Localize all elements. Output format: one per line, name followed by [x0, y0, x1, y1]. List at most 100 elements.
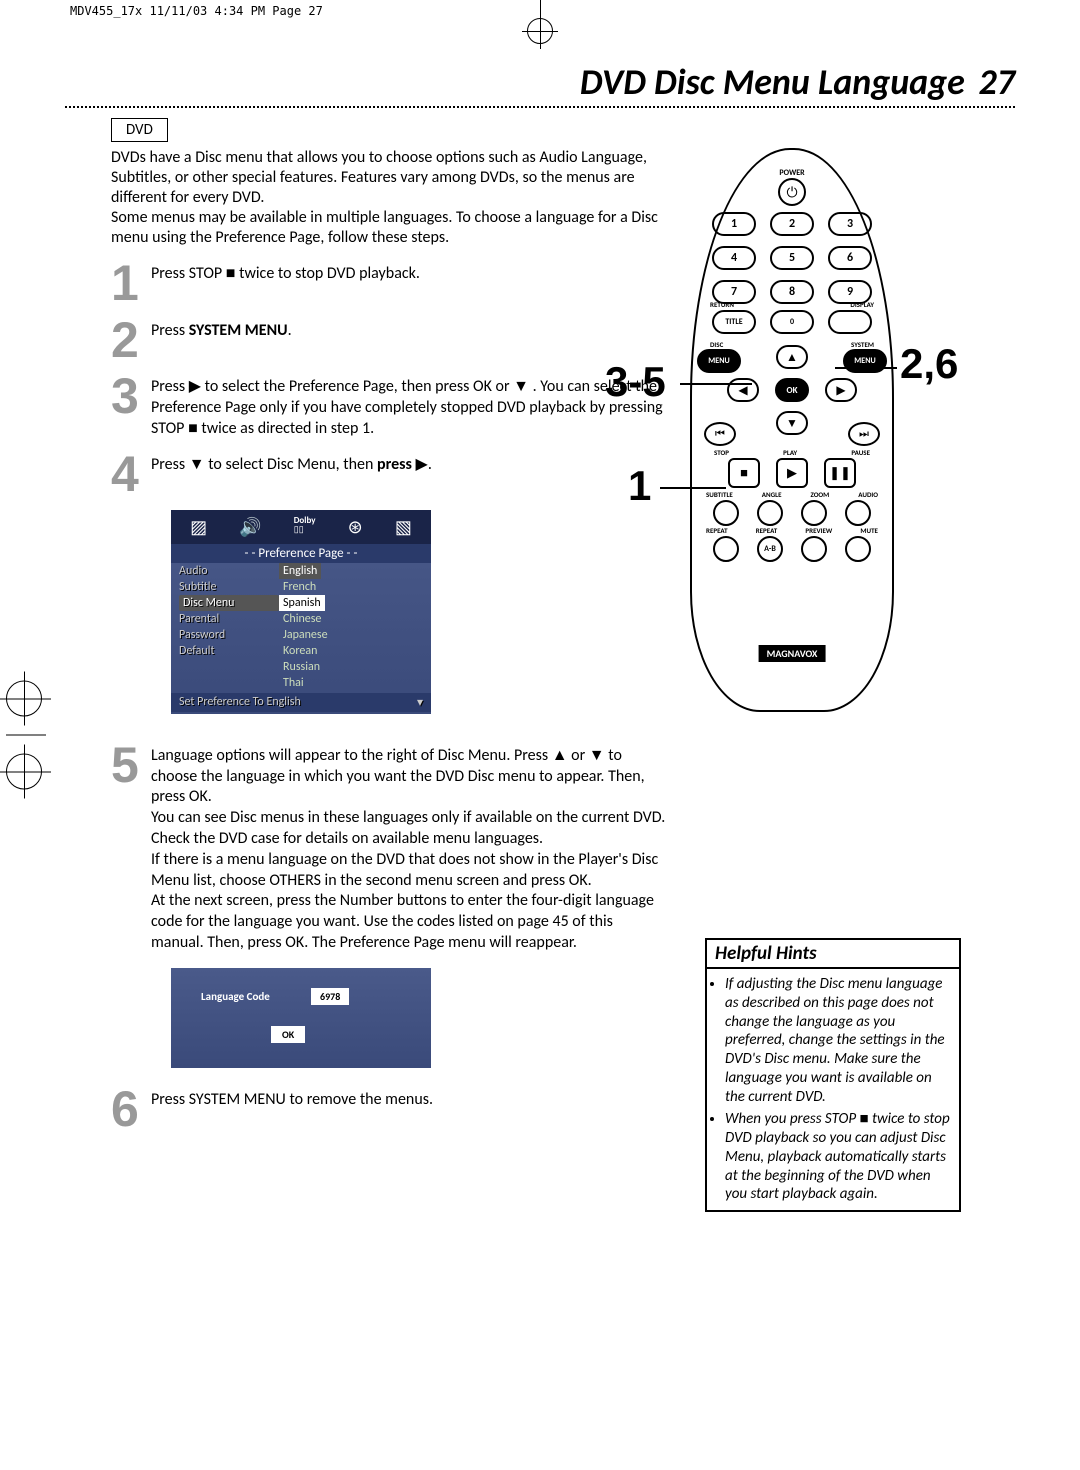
- display-button: [828, 310, 872, 334]
- num-4-button: 4: [712, 246, 756, 270]
- dolby-icon: Dolby▯▯: [294, 516, 316, 538]
- osd-footer: Set Preference To English▾: [171, 693, 431, 712]
- skip-next-button: ⏭: [848, 422, 880, 446]
- num-6-button: 6: [828, 246, 872, 270]
- step-text: Press SYSTEM MENU.: [151, 319, 292, 342]
- skip-prev-button: ⏮: [704, 422, 736, 446]
- row1-labels: SUBTITLEANGLEZOOMAUDIO: [706, 490, 878, 499]
- label: MUTE: [860, 526, 878, 535]
- intro-text: DVDs have a Disc menu that allows you to…: [111, 148, 666, 248]
- osd-title: - - Preference Page - -: [171, 544, 431, 563]
- language-code-value: 6978: [311, 988, 349, 1005]
- power-button-icon: ⏻: [778, 178, 806, 206]
- right-arrow-icon: ▶: [416, 456, 428, 473]
- osd-item: Password: [179, 627, 279, 643]
- text: Press: [151, 455, 189, 474]
- hint-item: If adjusting the Disc menu language as d…: [725, 975, 953, 1106]
- osd-item: Subtitle: [179, 579, 279, 595]
- hints-list: If adjusting the Disc menu language as d…: [725, 975, 953, 1204]
- down-arrow-icon: ▼: [189, 456, 205, 473]
- step-text: Press ▼ to select Disc Menu, then press …: [151, 453, 432, 476]
- left-column: DVDs have a Disc menu that allows you to…: [111, 148, 666, 1130]
- play-label: PLAY: [783, 448, 797, 457]
- step-6: 6 Press SYSTEM MENU to remove the menus.: [111, 1088, 666, 1131]
- osd-item: Audio: [179, 563, 279, 579]
- text: to select Disc Menu, then: [205, 455, 377, 474]
- zoom-button: [801, 500, 827, 526]
- subtitle-button: [713, 500, 739, 526]
- step-3: 3 Press ▶ to select the Preference Page,…: [111, 375, 666, 439]
- text: Press: [151, 321, 189, 340]
- preference-page-screenshot: ▨ 🔊 Dolby▯▯ ⊛ ▧ - - Preference Page - - …: [171, 510, 431, 714]
- keypad: 1 2 3 4 5 6 7 8 9: [712, 212, 872, 304]
- callout-3-5: 3-5: [605, 358, 666, 406]
- label: ANGLE: [762, 490, 782, 499]
- registration-marks-left: [6, 673, 46, 798]
- num-1-button: 1: [712, 212, 756, 236]
- osd-option-selected: English: [279, 563, 321, 579]
- audio-button: [845, 500, 871, 526]
- step-2: 2 Press SYSTEM MENU.: [111, 319, 666, 362]
- osd-option: Spanish: [279, 595, 325, 611]
- row1-buttons: [713, 500, 871, 526]
- registration-mark-icon: [6, 681, 42, 717]
- osd-option: Japanese: [279, 627, 332, 643]
- media-type-label: DVD: [111, 118, 168, 142]
- step-number: 3: [111, 375, 151, 418]
- text: Press STOP: [151, 264, 226, 283]
- callout-line: [660, 487, 726, 489]
- callout-line: [680, 383, 752, 385]
- callout-2-6: 2,6: [900, 340, 958, 388]
- text-bold: press: [377, 455, 416, 474]
- row-labels: RETURNDISPLAY: [710, 300, 874, 309]
- row2-labels: REPEATREPEATPREVIEWMUTE: [706, 526, 878, 535]
- paragraph: You can see Disc menus in these language…: [151, 808, 666, 850]
- callout-line: [835, 367, 897, 369]
- display-icon: ▨: [190, 516, 207, 538]
- text: .: [288, 321, 292, 340]
- num-5-button: 5: [770, 246, 814, 270]
- down-arrow-icon: ▼: [513, 378, 529, 395]
- registration-mark-icon: [6, 754, 42, 790]
- stop-label: STOP: [714, 448, 729, 457]
- display-label: DISPLAY: [850, 300, 874, 309]
- language-code-label: Language Code: [201, 990, 270, 1003]
- text: .: [428, 455, 432, 474]
- row2-buttons: A-B: [713, 536, 871, 562]
- disc-label: DISC: [710, 340, 723, 349]
- osd-option: Korean: [279, 643, 321, 659]
- nav-left-button: ◀: [727, 378, 759, 402]
- preview-button: [801, 536, 827, 562]
- step-number: 5: [111, 744, 151, 787]
- step-1: 1 Press STOP ■ twice to stop DVD playbac…: [111, 262, 666, 305]
- ok-box: OK: [271, 1026, 305, 1043]
- osd-option: Russian: [279, 659, 324, 675]
- remote-body: POWER ⏻ 1 2 3 4 5 6 7 8 9 RETURNDISPLAY …: [690, 148, 894, 712]
- page-title: DVD Disc Menu Language: [580, 60, 965, 104]
- nav-up-button: ▲: [776, 345, 808, 369]
- osd-item: [179, 659, 279, 675]
- globe-icon: ⊛: [348, 516, 363, 538]
- label: ZOOM: [810, 490, 829, 499]
- hint-item: When you press STOP ■ twice to stop DVD …: [725, 1110, 953, 1204]
- label: REPEAT: [706, 526, 728, 535]
- osd-item: [179, 675, 279, 691]
- nav-right-button: ▶: [825, 378, 857, 402]
- text: to select the Preference Page, then pres…: [201, 377, 513, 396]
- skip-row: ⏮ ⏭: [704, 422, 880, 446]
- osd-option: French: [279, 579, 320, 595]
- print-header: MDV455_17x 11/11/03 4:34 PM Page 27: [70, 4, 323, 18]
- language-code-screenshot: Language Code 6978 OK: [171, 968, 431, 1068]
- text-bold: SYSTEM MENU: [189, 321, 288, 340]
- helpful-hints-box: Helpful Hints If adjusting the Disc menu…: [705, 938, 961, 1212]
- system-menu-button: MENU: [843, 349, 887, 373]
- paragraph: If there is a menu language on the DVD t…: [151, 850, 666, 892]
- title-zero-display-row: TITLE 0: [712, 310, 872, 334]
- hints-title: Helpful Hints: [707, 940, 959, 969]
- callout-1: 1: [628, 462, 651, 510]
- step-text: Language options will appear to the righ…: [151, 744, 666, 954]
- osd-icons: ▨ 🔊 Dolby▯▯ ⊛ ▧: [171, 510, 431, 544]
- paragraph: At the next screen, press the Number but…: [151, 891, 666, 953]
- title-row: DVD Disc Menu Language 27: [65, 60, 1015, 108]
- osd-item: Parental: [179, 611, 279, 627]
